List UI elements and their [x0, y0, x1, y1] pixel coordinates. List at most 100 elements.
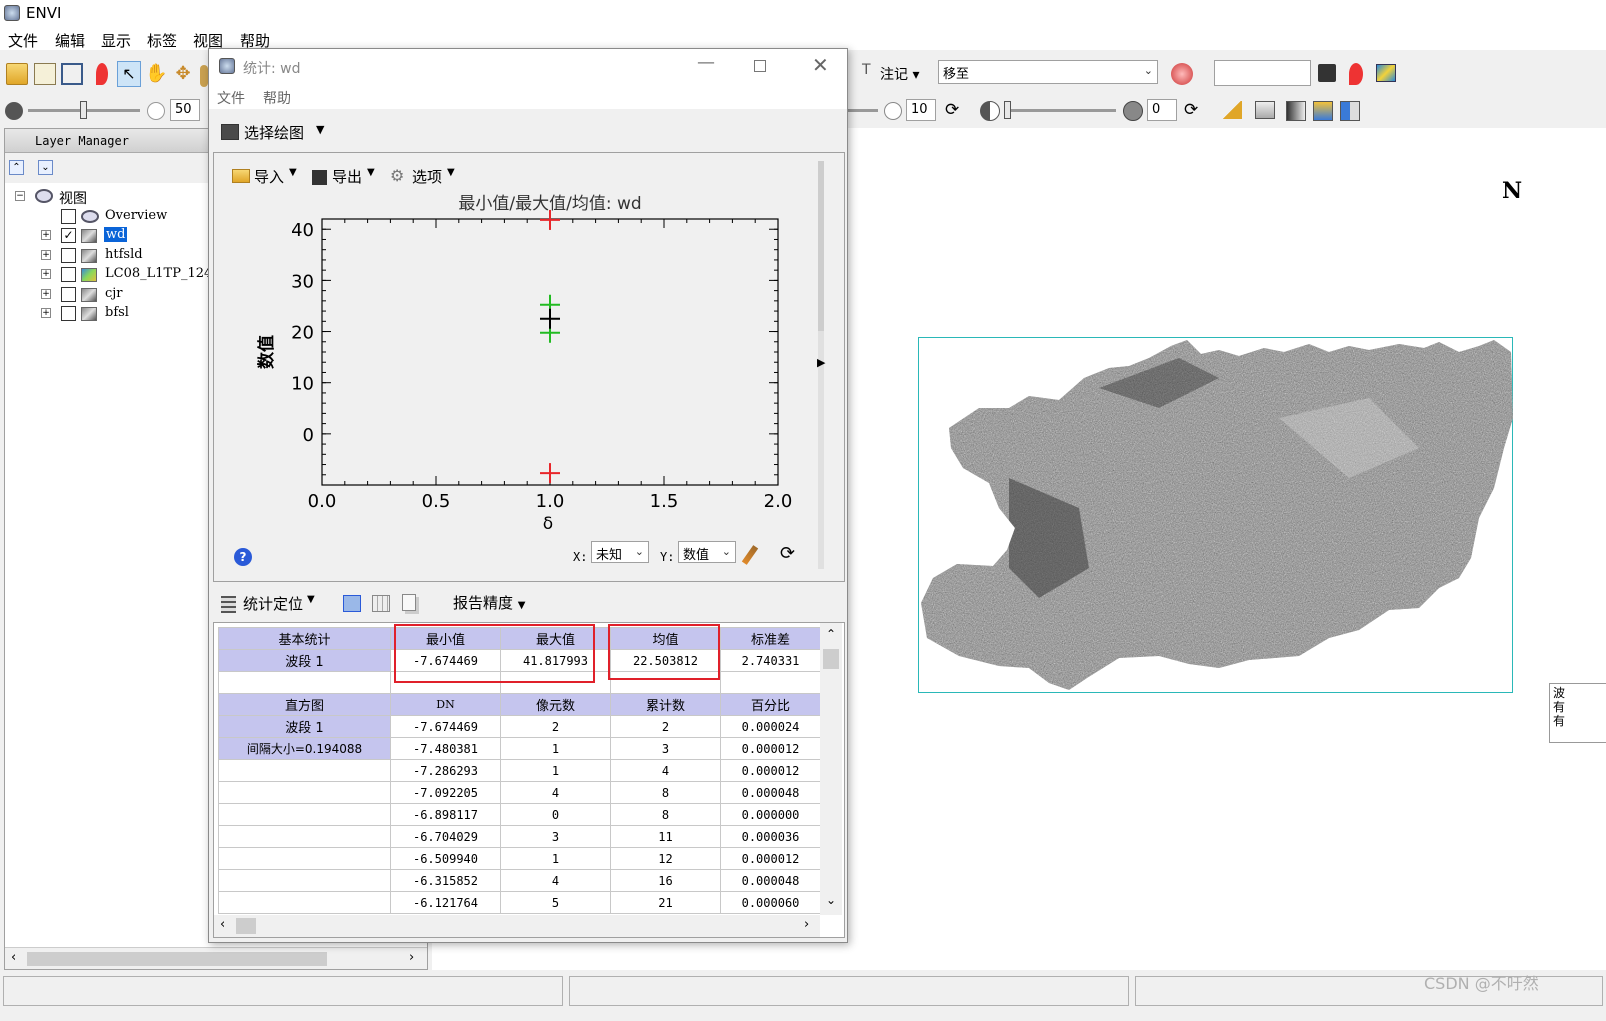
refresh-icon[interactable]: ⟳	[780, 543, 795, 564]
help-icon[interactable]: ?	[234, 548, 252, 566]
table-cell[interactable]: 0.000024	[720, 715, 821, 738]
table-cell[interactable]: 0.000012	[720, 847, 821, 870]
layer-checkbox[interactable]	[61, 287, 76, 302]
grid-view-icon[interactable]	[372, 595, 390, 612]
menu-file[interactable]: 文件	[8, 30, 38, 51]
brightness-slider[interactable]	[28, 101, 140, 119]
expand-icon[interactable]: +	[41, 269, 51, 279]
scroll-down-icon[interactable]: ⌄	[826, 893, 836, 907]
report-precision-dropdown[interactable]: 报告精度 ▼	[453, 592, 526, 613]
expand-down-icon[interactable]: ⌄	[38, 160, 53, 175]
pan-hand-icon[interactable]: ✋	[145, 63, 167, 85]
menu-label[interactable]: 标签	[147, 30, 177, 51]
pin-icon[interactable]	[96, 63, 108, 85]
slider2-value-field[interactable]: 10	[906, 99, 936, 121]
table-cell[interactable]: 8	[610, 781, 721, 804]
table-cell[interactable]: -7.480381	[390, 737, 501, 760]
table-horizontal-scrollbar[interactable]: ‹ ›	[214, 915, 820, 937]
location-pin-icon[interactable]	[1349, 63, 1363, 85]
table-cell[interactable]: 4	[500, 869, 611, 892]
table-cell[interactable]: 0.000000	[720, 803, 821, 826]
stats-chart[interactable]: 0.0 0.5 1.0 1.5 2.0010203040最小值/最大值/均值: wdδ数…	[214, 189, 814, 539]
slider3-value-field[interactable]: 0	[1147, 99, 1177, 121]
transparency-slider[interactable]	[1004, 101, 1116, 119]
image-link-icon[interactable]	[1376, 64, 1396, 82]
table-cell[interactable]: 1	[500, 847, 611, 870]
scroll-right-icon[interactable]: ›	[804, 917, 809, 932]
slider-handle[interactable]	[80, 101, 87, 119]
table-cell[interactable]: 0.000012	[720, 737, 821, 760]
table-cell[interactable]: -6.315852	[390, 869, 501, 892]
layer-checkbox[interactable]	[61, 306, 76, 321]
table-cell[interactable]: 12	[610, 847, 721, 870]
close-icon[interactable]: ✕	[812, 53, 829, 77]
y-axis-select[interactable]: 数值 ⌄	[678, 541, 736, 563]
expand-icon[interactable]: +	[41, 250, 51, 260]
save-icon[interactable]	[1318, 64, 1336, 82]
layer-checkbox[interactable]	[61, 209, 76, 224]
table-cell[interactable]: 8	[610, 803, 721, 826]
coordinate-input[interactable]	[1214, 60, 1311, 86]
table-view-icon[interactable]	[343, 595, 361, 612]
menu-edit[interactable]: 编辑	[55, 30, 85, 51]
scroll-thumb[interactable]	[823, 649, 839, 669]
scroll-up-icon[interactable]: ⌃	[826, 627, 836, 641]
table-cell[interactable]: 0	[500, 803, 611, 826]
table-cell[interactable]: 0.000012	[720, 759, 821, 782]
refresh-icon[interactable]: ⟳	[945, 100, 959, 120]
table-cell[interactable]: 4	[500, 781, 611, 804]
table-cell[interactable]: 1	[500, 737, 611, 760]
toolbar-partial-icon[interactable]	[200, 65, 208, 87]
minimize-icon[interactable]: —	[697, 52, 715, 73]
scroll-thumb[interactable]	[27, 952, 327, 966]
table-cell[interactable]: -7.092205	[390, 781, 501, 804]
image-view-icon[interactable]	[1255, 101, 1275, 119]
table-cell[interactable]: 16	[610, 869, 721, 892]
paint-brush-icon[interactable]	[741, 545, 759, 565]
table-cell[interactable]: -6.704029	[390, 825, 501, 848]
expand-icon[interactable]: +	[41, 308, 51, 318]
slider-handle[interactable]	[1004, 101, 1011, 119]
copy-icon[interactable]	[402, 594, 416, 611]
layer-horizontal-scrollbar[interactable]: ‹ ›	[5, 947, 427, 969]
table-cell[interactable]: 4	[610, 759, 721, 782]
open-folder-icon[interactable]	[6, 63, 28, 85]
layer-checkbox[interactable]	[61, 267, 76, 282]
table-cell[interactable]: -6.121764	[390, 891, 501, 914]
table-cell[interactable]: -7.674469	[390, 715, 501, 738]
table-cell[interactable]: 11	[610, 825, 721, 848]
collapse-up-icon[interactable]: ⌃	[9, 160, 24, 175]
table-cell[interactable]: 3	[500, 825, 611, 848]
x-axis-select[interactable]: 未知 ⌄	[591, 541, 649, 563]
maximize-icon[interactable]	[754, 60, 766, 72]
goto-combo[interactable]: 移至 ⌄	[938, 60, 1158, 84]
refresh-icon[interactable]: ⟳	[1184, 100, 1198, 120]
annotate-dropdown[interactable]: 注记 ▾	[880, 64, 919, 84]
expand-right-icon[interactable]: ▶	[817, 356, 825, 369]
zoom-value-field[interactable]: 50	[170, 99, 200, 121]
table-cell[interactable]: 5	[500, 891, 611, 914]
clipboard-icon[interactable]	[34, 63, 56, 85]
table-cell[interactable]: 1	[500, 759, 611, 782]
layer-checkbox[interactable]: ✓	[61, 228, 76, 243]
expand-icon[interactable]: +	[41, 289, 51, 299]
scroll-thumb[interactable]	[236, 918, 256, 934]
collapse-icon[interactable]: −	[15, 191, 25, 201]
select-arrow-icon[interactable]: ↖	[117, 61, 141, 87]
table-cell[interactable]: 0.000060	[720, 891, 821, 914]
table-cell[interactable]: -6.898117	[390, 803, 501, 826]
crop-icon[interactable]	[61, 63, 83, 85]
table-cell[interactable]: 2	[610, 715, 721, 738]
table-cell[interactable]: 2	[500, 715, 611, 738]
table-cell[interactable]: 2.740331	[720, 649, 821, 672]
table-cell[interactable]: 21	[610, 891, 721, 914]
move-icon[interactable]: ✥	[172, 63, 194, 85]
scroll-thumb[interactable]	[818, 161, 824, 331]
table-cell[interactable]: 0.000036	[720, 825, 821, 848]
table-cell[interactable]: -6.509940	[390, 847, 501, 870]
expand-icon[interactable]: +	[41, 230, 51, 240]
view-swipe-icon[interactable]	[1340, 101, 1360, 121]
scroll-left-icon[interactable]: ‹	[11, 950, 16, 965]
table-vertical-scrollbar[interactable]: ⌃ ⌄	[820, 623, 842, 915]
layer-checkbox[interactable]	[61, 248, 76, 263]
